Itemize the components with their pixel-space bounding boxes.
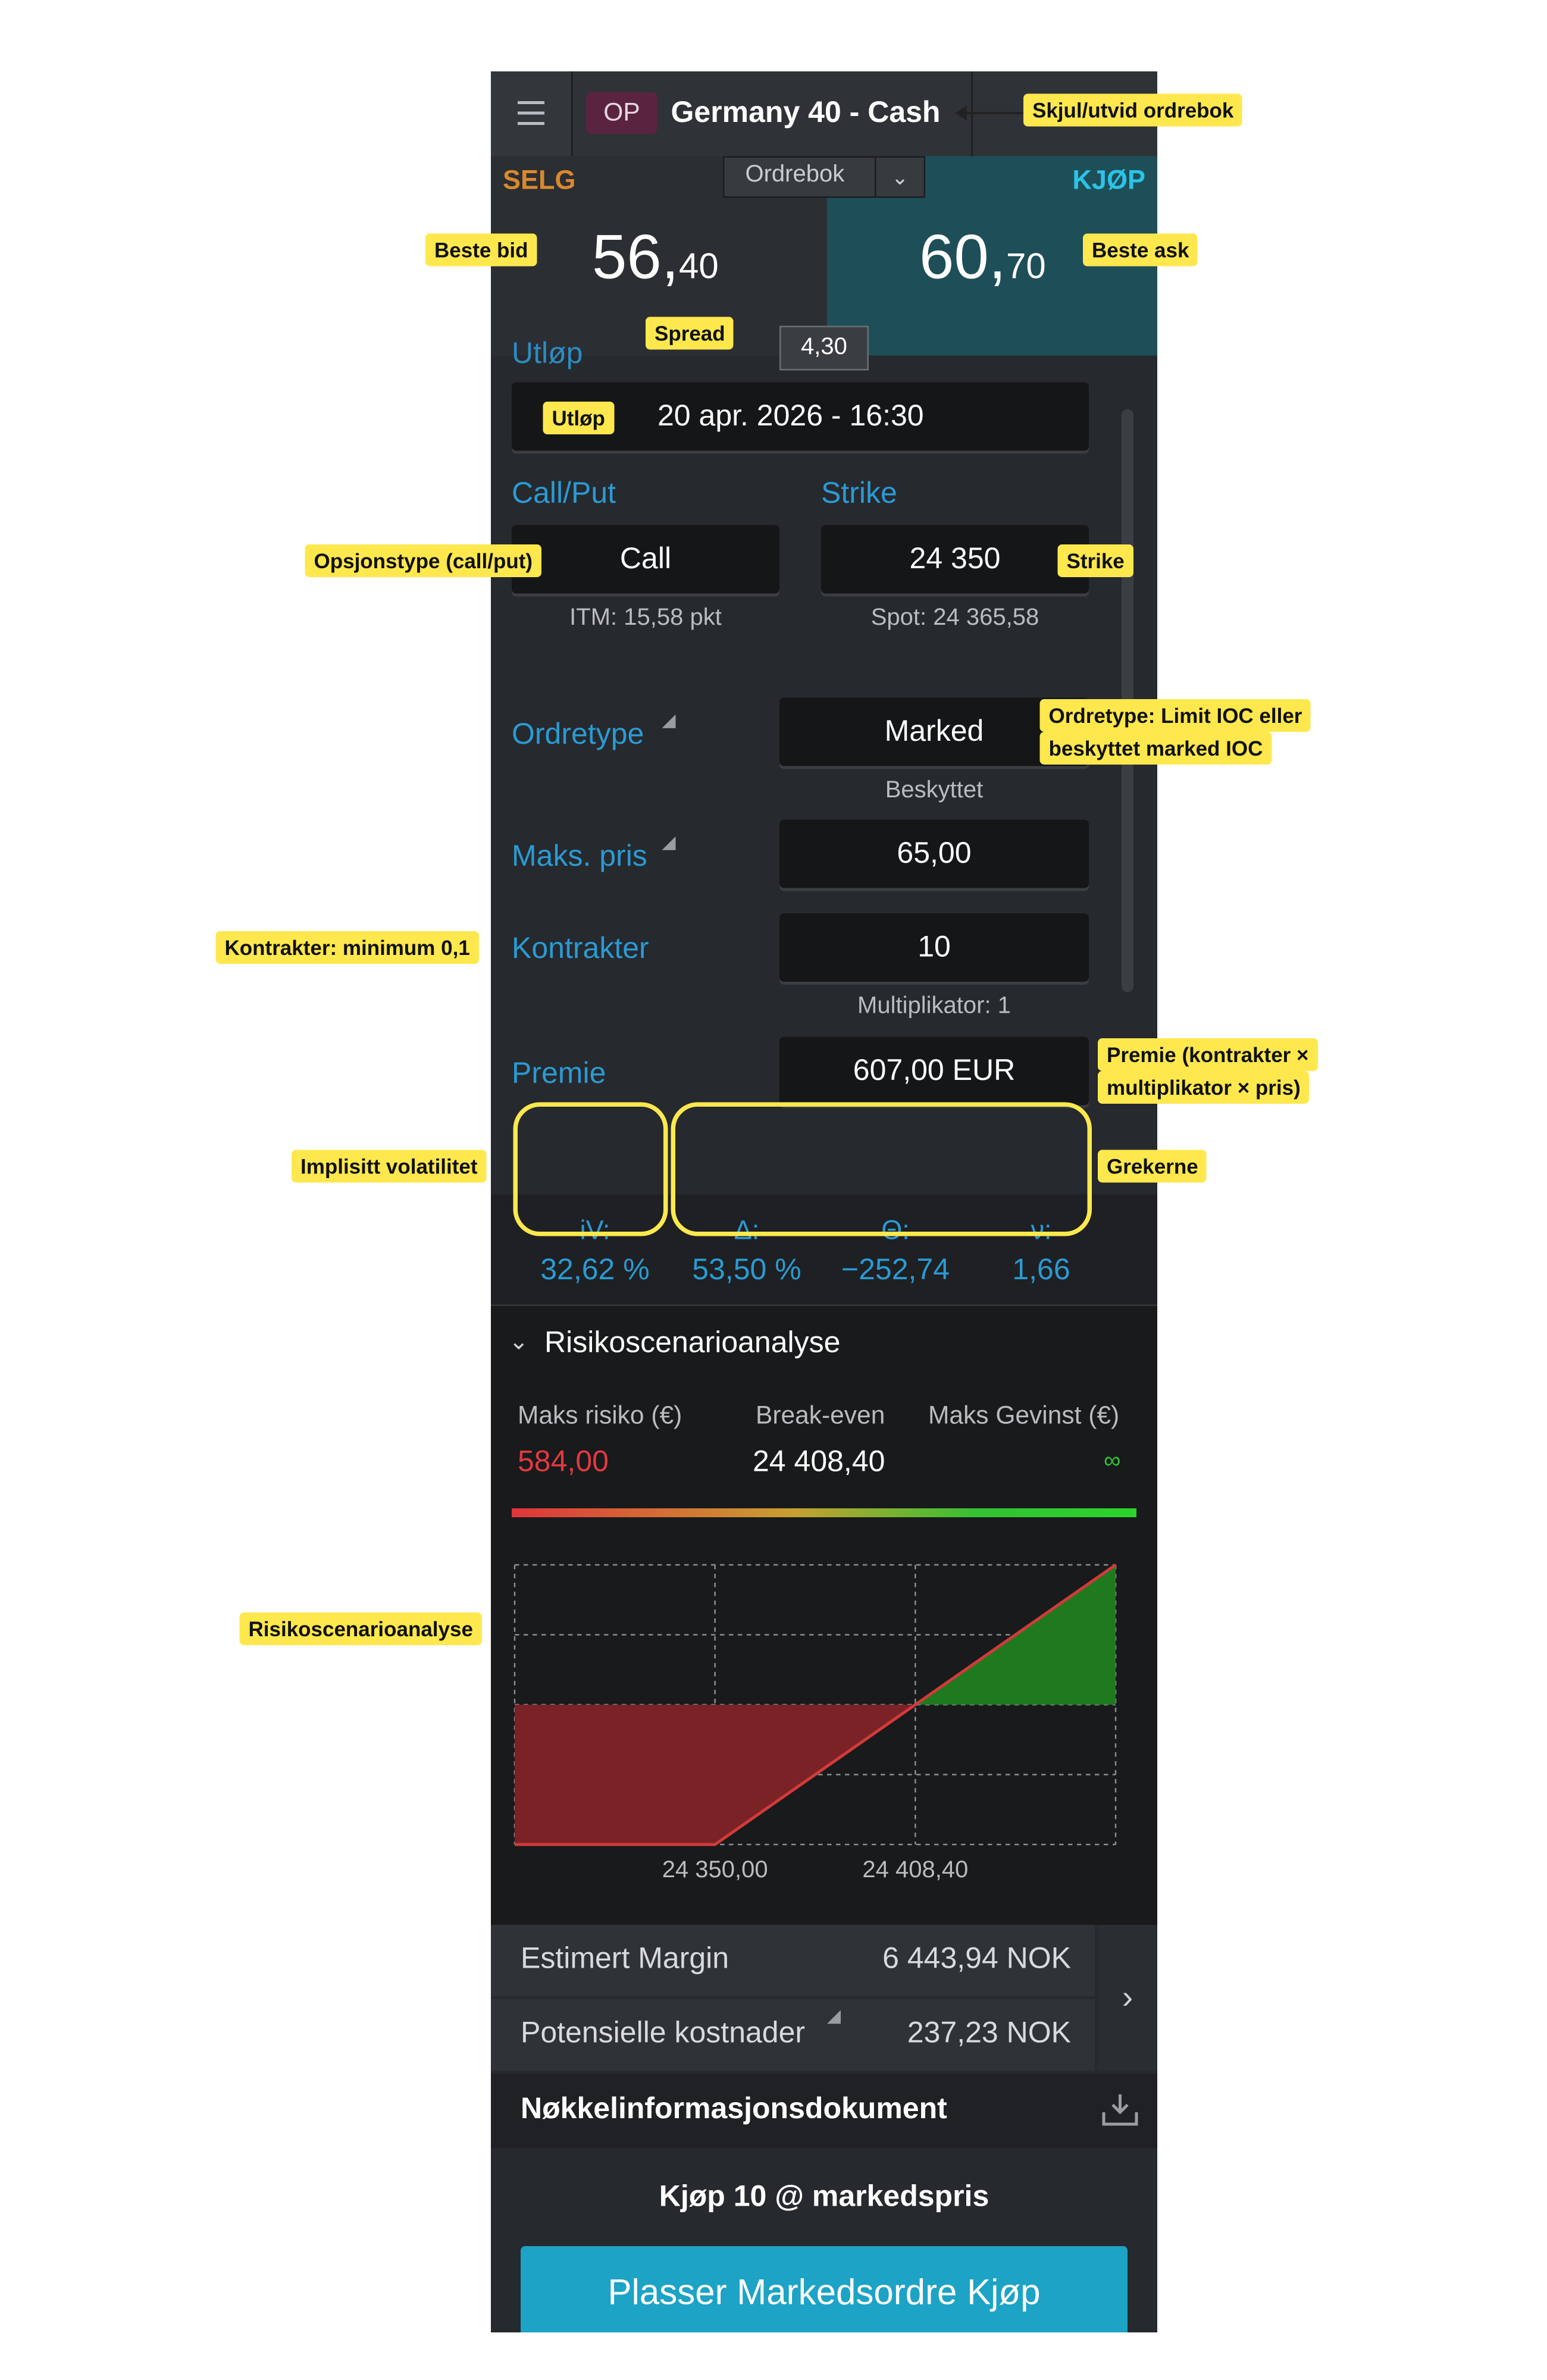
costs-label: Potensielle kostnader <box>521 2017 806 2050</box>
annotation-greeks: Grekerne <box>1098 1150 1207 1183</box>
order-form: Utløp 20 apr. 2026 - 16:30 Call/Put Stri… <box>491 338 1157 1195</box>
chevron-down-icon[interactable]: ⌄ <box>875 158 924 196</box>
ask-integer: 60, <box>919 221 1006 292</box>
max-gain-value: ∞ <box>1104 1449 1121 1474</box>
buy-label: KJØP <box>1072 165 1145 195</box>
x-tick-labels: 24 350,00 24 408,40 <box>662 1856 969 1883</box>
annotation-iv: Implisitt volatilitet <box>292 1150 487 1183</box>
margin-value: 6 443,94 NOK <box>882 1943 1071 1975</box>
menu-button[interactable] <box>491 71 573 156</box>
strike-select[interactable]: 24 350 <box>821 525 1089 594</box>
max-risk-value: 584,00 <box>518 1446 609 1479</box>
orderbook-area: SELG 56,40 KJØP 60,70 Ordrebok ⌄ 4,30 <box>491 156 1157 371</box>
kid-document-row[interactable]: Nøkkelinformasjonsdokument <box>491 2074 1157 2148</box>
annotation-spread: Spread <box>646 317 734 350</box>
maxprice-label: Maks. pris <box>512 840 647 873</box>
risk-scenario-section: ⌄ Risikoscenarioanalyse Maks risiko (€) … <box>491 1306 1157 1925</box>
ordertype-sub: Beskyttet <box>885 778 984 804</box>
vega-value: 1,66 <box>1012 1254 1070 1287</box>
download-icon[interactable] <box>1101 2091 1139 2127</box>
annotation-risk: Risikoscenarioanalyse <box>239 1612 482 1645</box>
expiry-section-label: Utløp <box>512 337 583 371</box>
option-badge: OP <box>586 92 657 134</box>
theta-value: −252,74 <box>841 1254 950 1287</box>
contracts-label: Kontrakter <box>512 932 649 966</box>
annotation-option-type: Opsjonstype (call/put) <box>305 544 542 577</box>
greeks-highlight <box>671 1102 1092 1236</box>
strike-label: Strike <box>821 477 897 511</box>
annotation-premium-2: multiplikator × pris) <box>1098 1071 1310 1104</box>
breakeven-value: 24 408,40 <box>753 1446 885 1479</box>
itm-info: ITM: 15,58 pkt <box>569 605 722 631</box>
breakeven-label: Break-even <box>756 1401 885 1430</box>
best-ask-price: 60,70 <box>919 222 1046 293</box>
x-tick-label: 24 350,00 <box>662 1856 768 1883</box>
annotation-premium-1: Premie (kontrakter × <box>1098 1038 1318 1071</box>
annotation-ordertype-2: beskyttet marked IOC <box>1039 732 1272 765</box>
info-icon[interactable]: ◢ <box>662 832 676 853</box>
iv-highlight <box>513 1102 668 1236</box>
hamburger-icon <box>518 111 544 115</box>
annotation-contracts: Kontrakter: minimum 0,1 <box>215 931 479 964</box>
callput-select[interactable]: Call <box>512 525 779 594</box>
bid-decimal: 40 <box>678 247 719 287</box>
info-icon[interactable]: ◢ <box>662 710 676 731</box>
annotation-expiry: Utløp <box>543 402 614 434</box>
annotation-strike: Strike <box>1057 544 1133 577</box>
risk-title[interactable]: Risikoscenarioanalyse <box>544 1327 840 1361</box>
delta-value: 53,50 % <box>692 1254 801 1287</box>
sell-label: SELG <box>503 165 576 195</box>
risk-gradient-bar <box>512 1508 1136 1517</box>
place-order-button[interactable]: Plasser Markedsordre Kjøp <box>521 2246 1128 2332</box>
hamburger-icon <box>518 122 544 125</box>
maxprice-input[interactable]: 65,00 <box>779 819 1089 888</box>
max-gain-label: Maks Gevinst (€) <box>928 1401 1120 1430</box>
orderbook-toggle-label: Ordrebok <box>745 162 845 188</box>
chevron-right-icon[interactable]: › <box>1098 1925 1157 2071</box>
contracts-input[interactable]: 10 <box>779 913 1089 982</box>
order-summary: Kjøp 10 @ markedspris <box>659 2181 989 2213</box>
ticket-footer: Estimert Margin 6 443,94 NOK Potensielle… <box>491 1925 1157 2332</box>
costs-row[interactable]: Potensielle kostnader 237,23 NOK <box>491 1999 1095 2071</box>
margin-row[interactable]: Estimert Margin 6 443,94 NOK <box>491 1925 1095 1996</box>
kid-label: Nøkkelinformasjonsdokument <box>521 2093 947 2126</box>
annotation-toggle-orderbook: Skjul/utvid ordrebok <box>1023 93 1243 127</box>
hamburger-icon <box>518 101 544 104</box>
chevron-down-icon[interactable]: ⌄ <box>509 1327 529 1357</box>
orderbook-toggle[interactable]: Ordrebok ⌄ <box>723 156 925 198</box>
annotation-best-ask: Beste ask <box>1083 233 1198 267</box>
callput-label: Call/Put <box>512 477 616 511</box>
premium-value: 607,00 EUR <box>779 1036 1089 1106</box>
ask-decimal: 70 <box>1006 247 1046 287</box>
annotation-ordertype-1: Ordretype: Limit IOC eller <box>1039 699 1311 732</box>
instrument-name[interactable]: Germany 40 - Cash <box>671 91 941 136</box>
costs-value: 237,23 NOK <box>907 2017 1071 2050</box>
spot-info: Spot: 24 365,58 <box>870 605 1039 631</box>
payoff-chart: 24 350,00 24 408,40 <box>513 1563 1117 1883</box>
multiplier-info: Multiplikator: 1 <box>857 994 1011 1019</box>
best-bid-price: 56,40 <box>592 222 719 293</box>
bid-integer: 56, <box>592 221 679 292</box>
margin-label: Estimert Margin <box>521 1943 729 1975</box>
info-icon[interactable]: ◢ <box>827 2005 841 2026</box>
ordertype-label: Ordretype <box>512 718 644 751</box>
max-risk-label: Maks risiko (€) <box>518 1401 682 1430</box>
x-tick-label: 24 408,40 <box>862 1856 968 1883</box>
expiry-value: 20 apr. 2026 - 16:30 <box>657 400 924 433</box>
annotation-best-bid: Beste bid <box>425 233 537 267</box>
premium-label: Premie <box>512 1057 606 1091</box>
iv-value: 32,62 % <box>540 1254 650 1287</box>
arrow-left-icon <box>955 105 1023 121</box>
